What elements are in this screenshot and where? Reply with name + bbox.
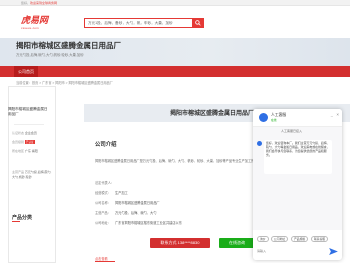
company-subtitle: 万元勺投,后悔,碗勺,大勺,帆砂,轮砂,大巢,加砂 [16, 53, 84, 57]
quick-reply[interactable]: 联系客服 [311, 236, 329, 242]
close-icon[interactable]: × [336, 112, 339, 117]
heading-underline [12, 221, 20, 222]
chat-widget: 人工客服 在线 – × 人工客服已接入 您好，欢迎咨询本厂。我们主营万元勺投、后… [253, 109, 342, 260]
row-label: 会员级别 [12, 140, 25, 144]
products-heading: 产品分类 [12, 215, 33, 221]
breadcrumb: 当前位置：首页 > 广东省 > 揭阳市 > 揭阳市榕城区盛腾金属日用品厂 [16, 81, 113, 85]
info-key: 主营产品： [95, 211, 111, 215]
info-value: 生产加工 [115, 191, 128, 195]
search-input[interactable] [88, 21, 188, 25]
sidebar-company-name[interactable]: 揭阳市榕城区盛腾金属日用品厂 [8, 107, 48, 117]
main-header-title: 揭阳市榕城区盛腾金属日用品厂 [170, 111, 255, 117]
logo-text: 虎易网 [21, 16, 49, 26]
info-value: 揭阳市榕城区盛腾金属日用品厂 [115, 201, 160, 205]
divider [14, 124, 44, 125]
quick-reply[interactable]: 公司地址 [271, 236, 289, 242]
search-box [84, 18, 204, 28]
agent-status: 在线 [271, 118, 277, 122]
search-button[interactable] [192, 18, 204, 28]
row-value: 企业会员 [24, 131, 37, 135]
intro-description: 揭阳市榕城区盛腾金属日用品厂是万元勺投、后悔、碗勺、大勺、帆砂、轮砂、大巢、加砂… [95, 159, 264, 163]
online-consult-button[interactable]: 在线咨询 [219, 238, 255, 248]
sidebar-row: 认证状态 企业会员 [12, 131, 37, 135]
row-value: 广东 揭阳 [24, 149, 38, 153]
info-row: 经营模式： 生产加工 [95, 190, 128, 195]
quick-reply[interactable]: 询价 [257, 236, 269, 242]
info-row: 公司地址： 广东省揭阳市榕城区榕东街道工业区共建店以东 [95, 220, 182, 225]
send-icon[interactable] [329, 248, 338, 255]
top-bar-text: 您好，欢迎来到全球商务网 [21, 1, 57, 5]
agent-avatar [259, 113, 268, 122]
chat-header: 人工客服 在线 – × [253, 109, 342, 127]
chat-messages: 人工客服已接入 您好，欢迎咨询本厂。我们主营万元勺投、后悔、碗勺、大勺等金属日用… [253, 127, 342, 230]
info-row: 公司名称： 揭阳市榕城区盛腾金属日用品厂 [95, 200, 160, 205]
quick-replies: 询价 公司地址 产品规格 联系客服 [257, 236, 339, 242]
company-title: 揭阳市榕城区盛腾金属日用品厂 [16, 41, 121, 50]
quick-reply[interactable]: 产品规格 [291, 236, 309, 242]
info-row: 主营产品： 万元勺投、后悔、碗勺、大勺 [95, 210, 156, 215]
chat-input[interactable] [257, 247, 327, 255]
link-underline [95, 261, 115, 262]
info-key: 法定代表人： [95, 181, 115, 185]
info-key: 公司名称： [95, 201, 111, 205]
info-key: 公司地址： [95, 221, 111, 225]
sidebar-row: 会员级别 已认证 [12, 140, 35, 144]
logo-domain: csseve.com [21, 26, 39, 30]
agent-message: 您好，欢迎咨询本厂。我们主营万元勺投、后悔、碗勺、大勺等金属日用品，欢迎来电或在… [264, 140, 332, 174]
nav-bar: 公司首页 [0, 66, 350, 77]
sidebar-row: 所在地区 广东 揭阳 [12, 149, 38, 153]
minimize-icon[interactable]: – [331, 113, 333, 118]
system-message: 人工客服已接入 [281, 129, 303, 133]
phone-contact-button[interactable]: 联系方式 138****8830 [150, 238, 210, 248]
row-label: 认证状态 [12, 131, 25, 135]
site-logo[interactable]: 虎易网 csseve.com [21, 16, 59, 32]
row-label: 主营产品 [12, 170, 25, 174]
row-label: 所在地区 [12, 149, 25, 153]
sidebar-row: 主营产品 万元勺投,后悔,碗勺,大勺,帆砂,轮砂 [12, 170, 52, 179]
info-value: 广东省揭阳市榕城区榕东街道工业区共建店以东 [115, 221, 182, 225]
welcome-text: 欢迎来到全球商务网 [30, 1, 58, 5]
intro-title: 公司介绍 [95, 142, 117, 148]
agent-avatar-small [257, 141, 262, 146]
search-icon [195, 20, 201, 26]
info-row: 法定代表人： [95, 180, 115, 185]
info-key: 经营模式： [95, 191, 111, 195]
site-header: 虎易网 csseve.com [0, 6, 350, 38]
status-badge: 已认证 [24, 140, 35, 144]
info-value: 万元勺投、后悔、碗勺、大勺 [115, 211, 157, 215]
greeting-text: 您好， [21, 1, 31, 5]
nav-item-home[interactable]: 公司首页 [14, 66, 38, 77]
